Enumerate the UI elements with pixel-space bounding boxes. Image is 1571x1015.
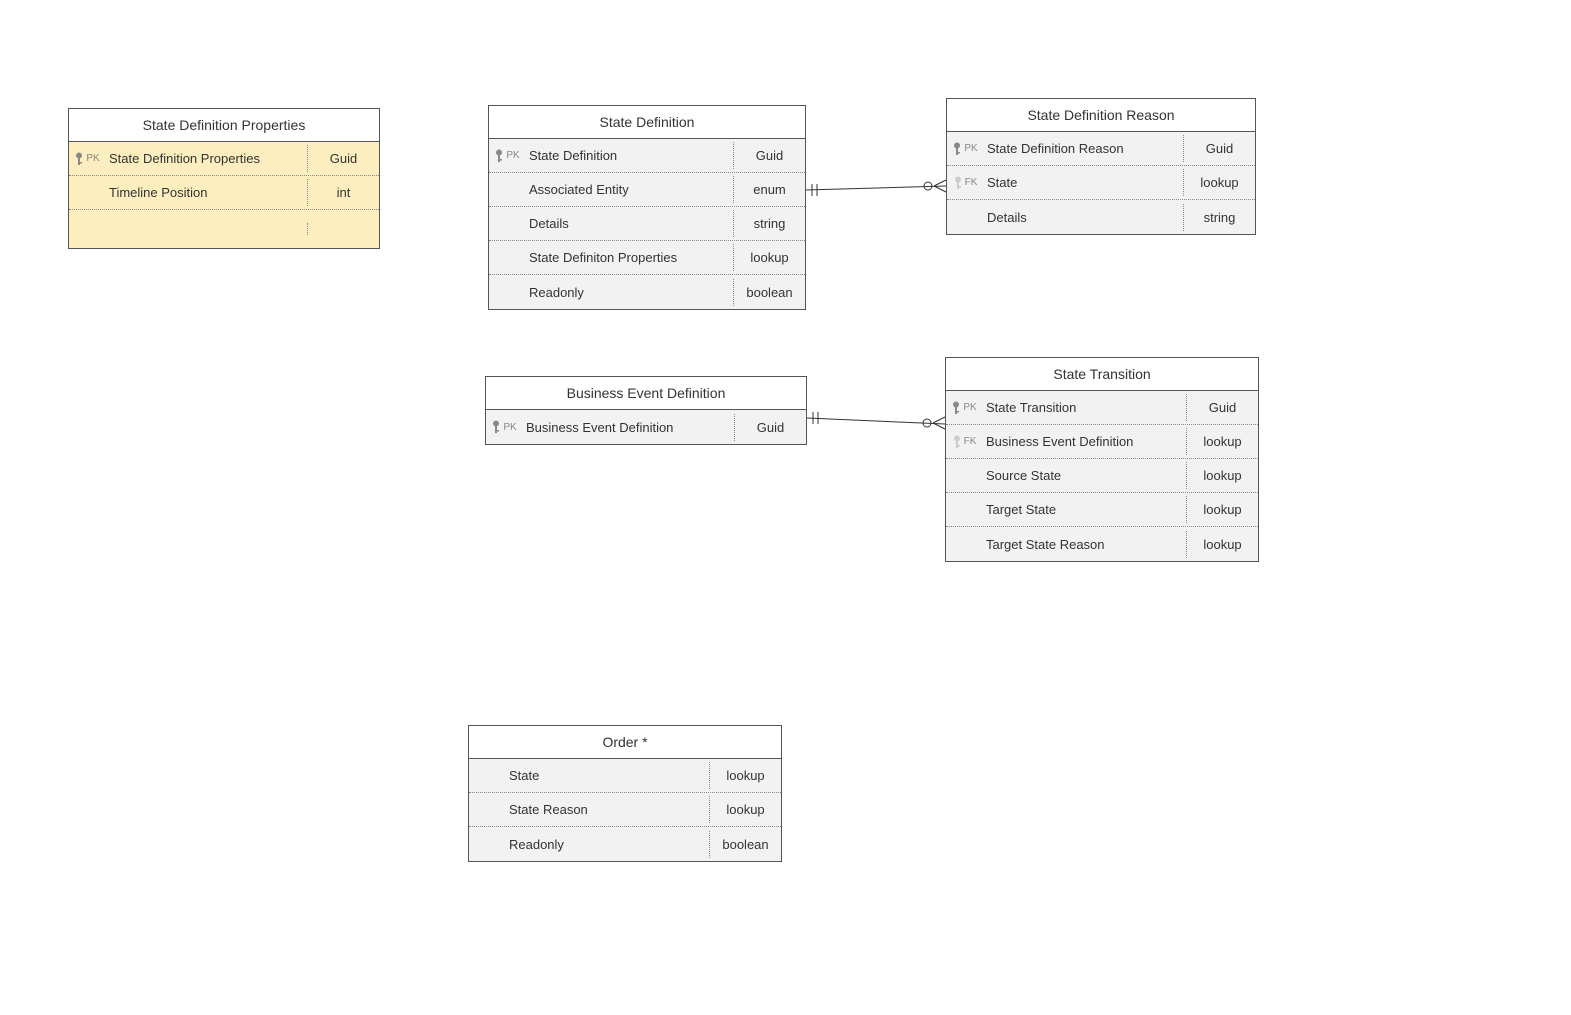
entity-state-transition: State Transition PK State Transition Gui…	[945, 357, 1259, 562]
field-name: Details	[525, 210, 733, 237]
table-row: FK Business Event Definition lookup	[946, 425, 1258, 459]
key-label: PK	[964, 143, 977, 154]
table-row: Associated Entity enum	[489, 173, 805, 207]
table-row: PK Business Event Definition Guid	[486, 410, 806, 444]
field-type: boolean	[709, 831, 781, 858]
table-row: Details string	[947, 200, 1255, 234]
key-icon	[951, 401, 961, 415]
table-row: Readonly boolean	[489, 275, 805, 309]
field-type: Guid	[734, 414, 806, 441]
field-name: State Reason	[505, 796, 709, 823]
field-name: Business Event Definition	[982, 428, 1186, 455]
key-label: PK	[503, 422, 516, 433]
key-indicator: PK	[486, 420, 522, 434]
key-icon	[491, 420, 501, 434]
key-icon	[494, 149, 504, 163]
entity-body: State lookup State Reason lookup Readonl…	[469, 759, 781, 861]
field-name: Timeline Position	[105, 179, 307, 206]
table-row: PK State Definition Guid	[489, 139, 805, 173]
field-type: enum	[733, 176, 805, 203]
table-row: PK State Definition Properties Guid	[69, 142, 379, 176]
table-row: State Reason lookup	[469, 793, 781, 827]
field-type: Guid	[733, 142, 805, 169]
key-icon	[74, 152, 84, 166]
field-name: State Definition Reason	[983, 135, 1183, 162]
entity-title: State Definition Properties	[69, 109, 379, 142]
field-type: lookup	[709, 762, 781, 789]
key-label: PK	[506, 150, 519, 161]
field-name: Source State	[982, 462, 1186, 489]
key-icon	[952, 142, 962, 156]
table-row: Readonly boolean	[469, 827, 781, 861]
table-row: Source State lookup	[946, 459, 1258, 493]
field-type: lookup	[1183, 169, 1255, 196]
field-name: Target State Reason	[982, 531, 1186, 558]
field-type: lookup	[1186, 462, 1258, 489]
field-type: lookup	[1186, 428, 1258, 455]
key-indicator: PK	[946, 401, 982, 415]
field-type: lookup	[1186, 496, 1258, 523]
relationship-line	[807, 408, 945, 432]
table-row: State Definiton Properties lookup	[489, 241, 805, 275]
field-name: Target State	[982, 496, 1186, 523]
field-type: string	[1183, 204, 1255, 231]
table-row: State lookup	[469, 759, 781, 793]
field-type: lookup	[709, 796, 781, 823]
entity-order: Order * State lookup State Reason lookup…	[468, 725, 782, 862]
table-row: FK State lookup	[947, 166, 1255, 200]
key-icon	[953, 176, 963, 190]
entity-body: PK Business Event Definition Guid	[486, 410, 806, 444]
key-icon	[952, 435, 962, 449]
field-name: Details	[983, 204, 1183, 231]
entity-title: State Transition	[946, 358, 1258, 391]
key-indicator: PK	[489, 149, 525, 163]
table-row: PK State Transition Guid	[946, 391, 1258, 425]
entity-body: PK State Definition Reason Guid FK State…	[947, 132, 1255, 234]
field-name: Associated Entity	[525, 176, 733, 203]
relationship-line	[806, 178, 946, 198]
entity-state-def-reason: State Definition Reason PK State Definit…	[946, 98, 1256, 235]
key-label: FK	[964, 436, 977, 447]
entity-title: State Definition Reason	[947, 99, 1255, 132]
entity-body: PK State Definition Guid Associated Enti…	[489, 139, 805, 309]
field-name: Readonly	[505, 831, 709, 858]
entity-body: PK State Definition Properties Guid Time…	[69, 142, 379, 248]
field-type: Guid	[1183, 135, 1255, 162]
field-name: Business Event Definition	[522, 414, 734, 441]
field-name: State	[983, 169, 1183, 196]
key-indicator: PK	[69, 152, 105, 166]
entity-state-def-props: State Definition Properties PK State Def…	[68, 108, 380, 249]
field-name: State Transition	[982, 394, 1186, 421]
key-label: PK	[963, 402, 976, 413]
key-indicator: FK	[947, 176, 983, 190]
entity-body: PK State Transition Guid FK Business Eve…	[946, 391, 1258, 561]
field-name: State Definiton Properties	[525, 244, 733, 271]
field-type: lookup	[1186, 531, 1258, 558]
field-type: int	[307, 179, 379, 206]
field-name: State	[505, 762, 709, 789]
key-label: PK	[86, 153, 99, 164]
key-indicator: PK	[947, 142, 983, 156]
table-row: Details string	[489, 207, 805, 241]
entity-title: Order *	[469, 726, 781, 759]
entity-state-def: State Definition PK State Definition Gui…	[488, 105, 806, 310]
entity-title: Business Event Definition	[486, 377, 806, 410]
table-row: Target State Reason lookup	[946, 527, 1258, 561]
key-label: FK	[965, 177, 978, 188]
table-row	[69, 210, 379, 248]
entity-biz-event-def: Business Event Definition PK Business Ev…	[485, 376, 807, 445]
table-row: PK State Definition Reason Guid	[947, 132, 1255, 166]
field-type: lookup	[733, 244, 805, 271]
key-indicator: FK	[946, 435, 982, 449]
field-name: Readonly	[525, 279, 733, 306]
table-row: Timeline Position int	[69, 176, 379, 210]
field-name: State Definition	[525, 142, 733, 169]
table-row: Target State lookup	[946, 493, 1258, 527]
field-type: string	[733, 210, 805, 237]
field-name: State Definition Properties	[105, 145, 307, 172]
field-type: Guid	[307, 145, 379, 172]
field-type: Guid	[1186, 394, 1258, 421]
entity-title: State Definition	[489, 106, 805, 139]
field-type: boolean	[733, 279, 805, 306]
